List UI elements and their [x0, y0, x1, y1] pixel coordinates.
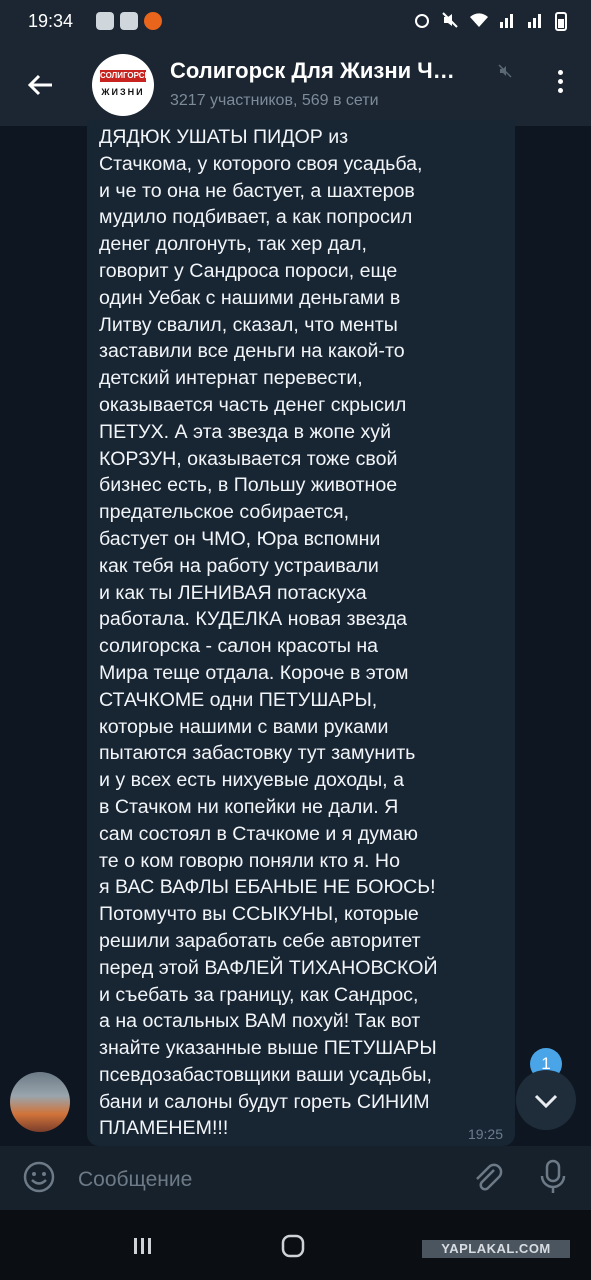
microphone-icon[interactable] [536, 1158, 570, 1196]
chat-title[interactable]: Солигорск Для Жизни Ч… [170, 58, 455, 84]
avatar-logo-top: СОЛИГОРСК [100, 70, 150, 82]
alarm-icon [415, 14, 429, 28]
attach-icon[interactable] [470, 1160, 504, 1194]
message-text: ДЯДЮК УШАТЫ ПИДОР из Стачкома, у которог… [99, 126, 438, 1140]
home-icon[interactable] [281, 1234, 305, 1258]
message-input[interactable] [76, 1164, 440, 1196]
message-input-bar [0, 1146, 591, 1210]
message-time: 19:25 [467, 1126, 503, 1142]
status-bar: 19:34 [0, 0, 591, 44]
signal-icon [500, 14, 513, 28]
system-nav-bar: YAPLAKAL.COM [0, 1210, 591, 1280]
chat-subtitle: 3217 участников, 569 в сети [170, 92, 379, 109]
battery-icon [555, 12, 567, 31]
chat-header: СОЛИГОРСК ЖИЗНИ Солигорск Для Жизни Ч… 3… [0, 44, 591, 126]
mute-status-icon [442, 12, 458, 28]
scroll-down-button[interactable] [516, 1070, 576, 1130]
back-arrow-icon[interactable] [24, 68, 58, 102]
message-bubble[interactable]: ДЯДЮК УШАТЫ ПИДОР из Стачкома, у которог… [87, 120, 515, 1146]
group-avatar[interactable]: СОЛИГОРСК ЖИЗНИ [92, 54, 154, 116]
sender-avatar[interactable] [10, 1072, 70, 1132]
watermark: YAPLAKAL.COM [422, 1240, 570, 1258]
app-notification-icon [144, 12, 162, 30]
chevron-down-icon [534, 1094, 558, 1109]
status-time: 19:34 [28, 11, 74, 31]
muted-icon [498, 64, 512, 78]
emoji-icon[interactable] [22, 1160, 56, 1194]
notification-icons [96, 12, 162, 30]
message-notification-icon [96, 12, 114, 30]
wifi-icon [470, 13, 488, 27]
recents-icon[interactable] [132, 1236, 154, 1256]
avatar-logo-bottom: ЖИЗНИ [101, 87, 145, 97]
more-menu-icon[interactable] [555, 70, 565, 100]
system-status-icons [413, 11, 567, 31]
signal-icon-2 [528, 14, 541, 28]
whatsapp-notification-icon [120, 12, 138, 30]
